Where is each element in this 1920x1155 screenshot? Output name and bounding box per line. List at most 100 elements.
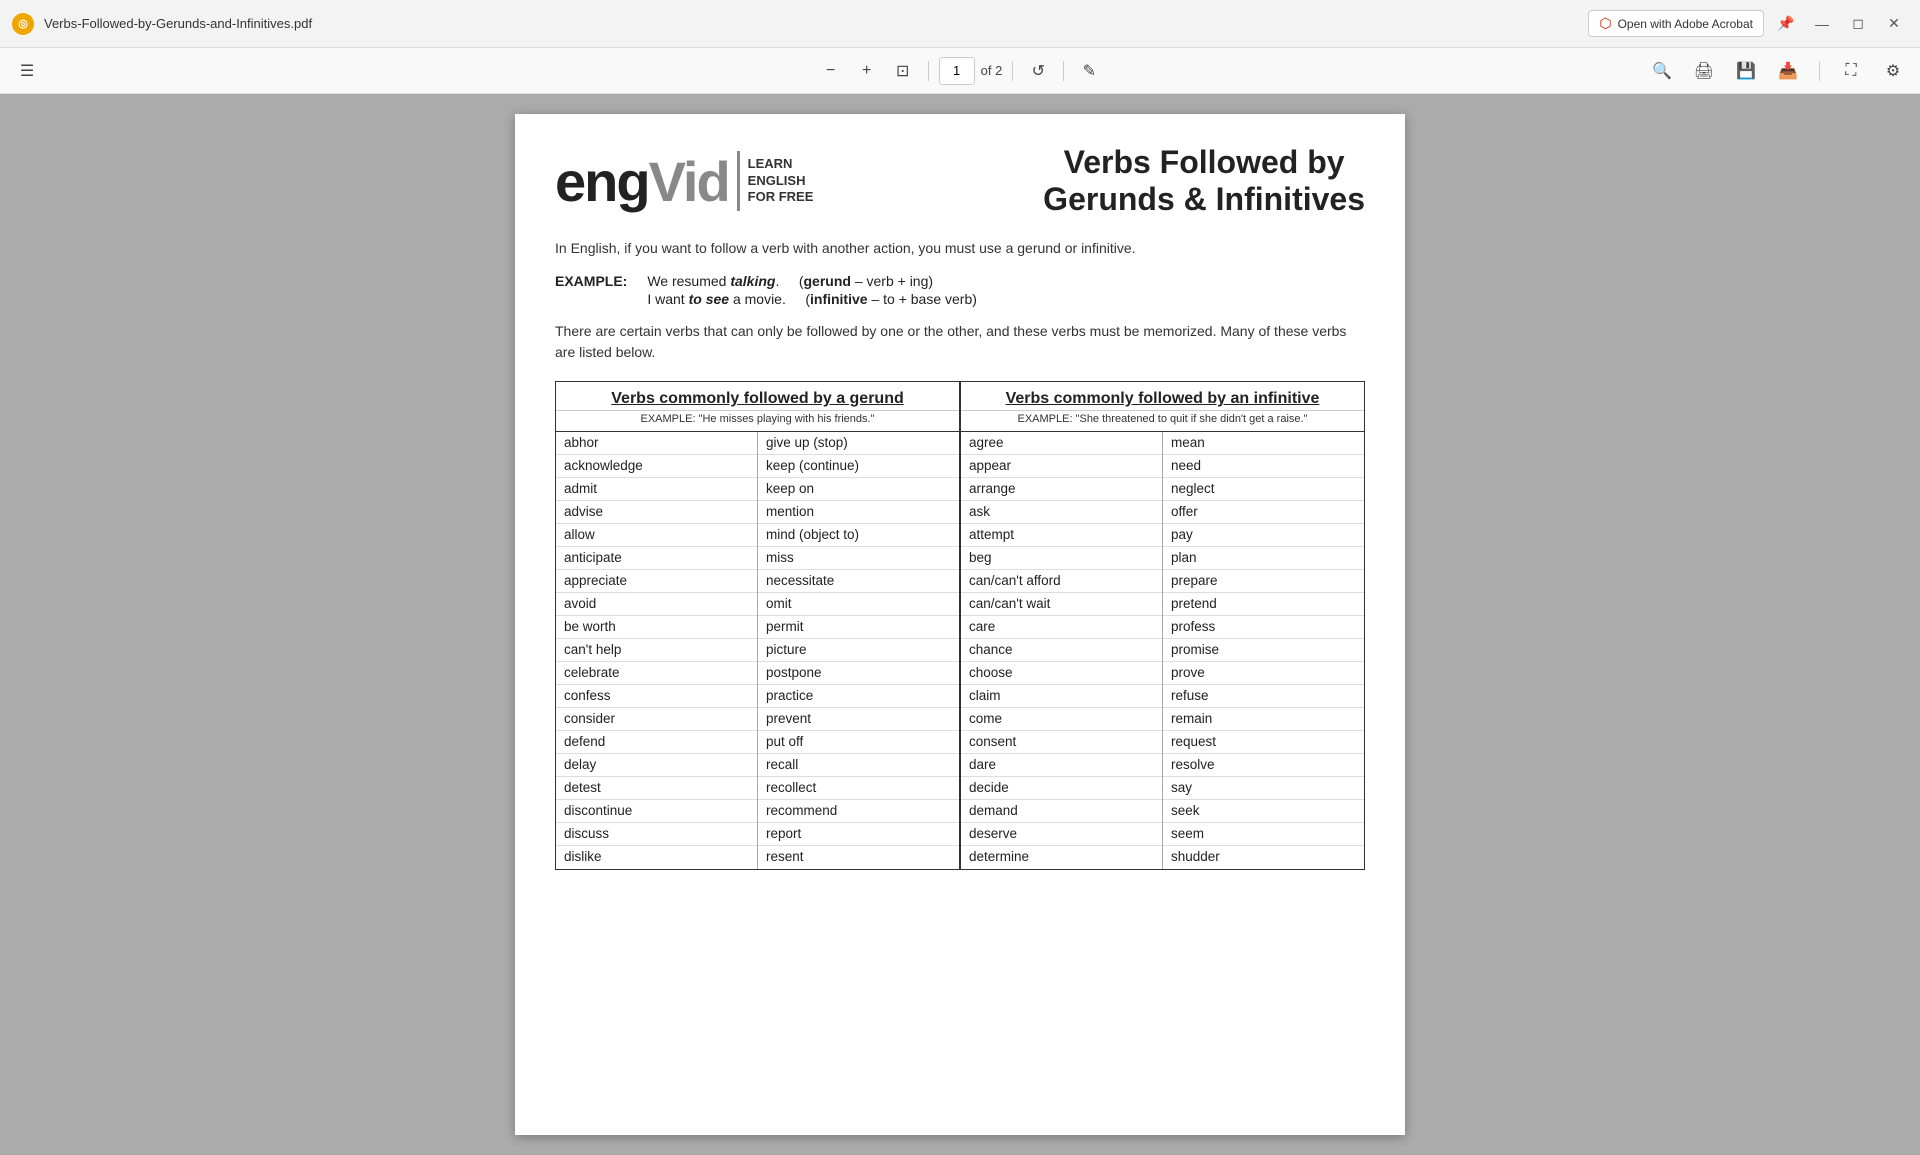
list-item: allow (556, 524, 757, 547)
list-item: appear (961, 455, 1162, 478)
toolbar-separator-1 (928, 61, 929, 81)
list-item: can't help (556, 639, 757, 662)
list-item: prevent (758, 708, 959, 731)
gerund-table-columns: abhor acknowledge admit advise allow ant… (556, 432, 959, 869)
list-item: give up (stop) (758, 432, 959, 455)
list-item: demand (961, 800, 1162, 823)
list-item: keep (continue) (758, 455, 959, 478)
list-item: promise (1163, 639, 1364, 662)
list-item: seek (1163, 800, 1364, 823)
fit-page-button[interactable]: ⊡ (888, 56, 918, 86)
list-item: dislike (556, 846, 757, 869)
list-item: plan (1163, 547, 1364, 570)
list-item: detest (556, 777, 757, 800)
list-item: avoid (556, 593, 757, 616)
zoom-out-button[interactable]: − (816, 56, 846, 86)
page-number-input[interactable] (939, 57, 975, 85)
save-button[interactable]: 💾 (1731, 56, 1761, 86)
list-item: confess (556, 685, 757, 708)
intro-paragraph: In English, if you want to follow a verb… (555, 238, 1365, 259)
list-item: care (961, 616, 1162, 639)
list-item: delay (556, 754, 757, 777)
maximize-button[interactable]: ◻ (1844, 10, 1872, 38)
search-button[interactable]: 🔍 (1647, 56, 1677, 86)
window-title: Verbs-Followed-by-Gerunds-and-Infinitive… (44, 16, 1578, 31)
print-button[interactable]: 🖨 (1689, 56, 1719, 86)
list-item: be worth (556, 616, 757, 639)
list-item: resent (758, 846, 959, 869)
list-item: decide (961, 777, 1162, 800)
list-item: refuse (1163, 685, 1364, 708)
acrobat-icon: ⬡ (1599, 15, 1611, 32)
list-item: omit (758, 593, 959, 616)
list-item: prepare (1163, 570, 1364, 593)
list-item: recollect (758, 777, 959, 800)
example-lines: We resumed talking. (gerund – verb + ing… (647, 273, 977, 307)
list-item: offer (1163, 501, 1364, 524)
list-item: consider (556, 708, 757, 731)
gerund-col2: give up (stop) keep (continue) keep on m… (758, 432, 959, 869)
save-as-button[interactable]: 📥 (1773, 56, 1803, 86)
pdf-container: engVid LEARN ENGLISH FOR FREE Verbs Foll… (0, 94, 1920, 1155)
list-item: agree (961, 432, 1162, 455)
list-item: beg (961, 547, 1162, 570)
total-pages: of 2 (981, 63, 1003, 78)
list-item: mean (1163, 432, 1364, 455)
title-bar-controls: ⬡ Open with Adobe Acrobat 📌 — ◻ ✕ (1588, 10, 1908, 38)
list-item: need (1163, 455, 1364, 478)
logo-divider (737, 151, 740, 211)
toolbar-right: 🔍 🖨 💾 📥 ⛶ ⚙ (1647, 56, 1908, 86)
list-item: permit (758, 616, 959, 639)
toolbar: ☰ − + ⊡ of 2 ↺ ✎ 🔍 🖨 💾 📥 ⛶ ⚙ (0, 48, 1920, 94)
list-item: celebrate (556, 662, 757, 685)
gerund-table-heading: Verbs commonly followed by a gerund (556, 382, 959, 411)
list-item: miss (758, 547, 959, 570)
settings-button[interactable]: ⚙ (1878, 56, 1908, 86)
pin-tab-button[interactable]: 📌 (1772, 10, 1800, 38)
list-item: claim (961, 685, 1162, 708)
list-item: remain (1163, 708, 1364, 731)
list-item: come (961, 708, 1162, 731)
logo-vid: Vid (649, 149, 729, 214)
close-button[interactable]: ✕ (1880, 10, 1908, 38)
list-item: can/can't wait (961, 593, 1162, 616)
example-line2: I want to see a movie. (infinitive – to … (647, 291, 977, 307)
gerund-def: (gerund – verb + ing) (799, 273, 933, 289)
zoom-in-button[interactable]: + (852, 56, 882, 86)
list-item: profess (1163, 616, 1364, 639)
app-icon-letter: ◎ (18, 17, 28, 30)
example-line2-end: a movie. (729, 291, 786, 307)
list-item: put off (758, 731, 959, 754)
list-item: arrange (961, 478, 1162, 501)
sidebar-toggle-button[interactable]: ☰ (12, 56, 42, 86)
list-item: admit (556, 478, 757, 501)
logo-eng: eng (555, 149, 649, 214)
example-block: EXAMPLE: We resumed talking. (gerund – v… (555, 273, 1365, 307)
logo-line1: LEARN (748, 156, 814, 173)
pdf-header: engVid LEARN ENGLISH FOR FREE Verbs Foll… (555, 144, 1365, 218)
example-line1-text: We resumed (647, 273, 730, 289)
title-line2: Gerunds & Infinitives (1043, 181, 1365, 218)
list-item: recommend (758, 800, 959, 823)
list-item: say (1163, 777, 1364, 800)
list-item: postpone (758, 662, 959, 685)
draw-button[interactable]: ✎ (1074, 56, 1104, 86)
infinitive-col2: mean need neglect offer pay plan prepare… (1163, 432, 1364, 869)
infinitive-def: (infinitive – to + base verb) (805, 291, 977, 307)
list-item: ask (961, 501, 1162, 524)
toolbar-center: − + ⊡ of 2 ↺ ✎ (816, 56, 1105, 86)
list-item: mind (object to) (758, 524, 959, 547)
list-item: keep on (758, 478, 959, 501)
minimize-button[interactable]: — (1808, 10, 1836, 38)
rotate-button[interactable]: ↺ (1023, 56, 1053, 86)
open-acrobat-button[interactable]: ⬡ Open with Adobe Acrobat (1588, 10, 1764, 37)
list-item: choose (961, 662, 1162, 685)
fullscreen-button[interactable]: ⛶ (1836, 56, 1866, 86)
list-item: prove (1163, 662, 1364, 685)
example-line2-text: I want (647, 291, 688, 307)
infinitive-col1: agree appear arrange ask attempt beg can… (961, 432, 1163, 869)
list-item: mention (758, 501, 959, 524)
title-line1: Verbs Followed by (1043, 144, 1365, 181)
list-item: discontinue (556, 800, 757, 823)
list-item: pretend (1163, 593, 1364, 616)
